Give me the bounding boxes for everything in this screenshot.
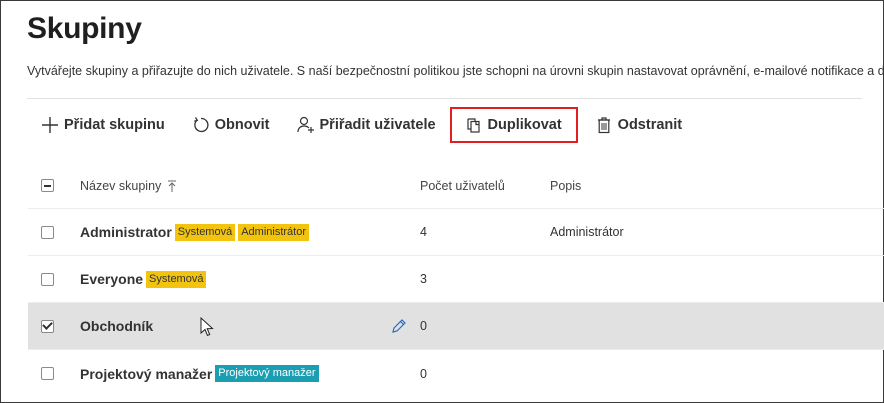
select-all-checkbox[interactable]: [41, 179, 54, 192]
user-count: 0: [420, 366, 427, 381]
refresh-button[interactable]: Obnovit: [181, 107, 280, 143]
row-checkbox[interactable]: [41, 272, 54, 286]
assign-users-label: Přiřadit uživatele: [319, 117, 436, 133]
trash-icon: [594, 115, 614, 135]
role-badge: Projektový manažer: [215, 365, 319, 382]
user-count: 0: [420, 319, 427, 333]
add-group-button[interactable]: Přidat skupinu: [30, 107, 175, 143]
add-user-icon: [296, 115, 316, 135]
add-group-label: Přidat skupinu: [64, 117, 165, 133]
table-row[interactable]: Projektový manažer Projektový manažer 0: [28, 350, 884, 397]
row-checkbox[interactable]: [41, 367, 54, 380]
name-header-label: Název skupiny: [80, 178, 162, 193]
delete-label: Odstranit: [617, 117, 683, 133]
page-title: Skupiny: [27, 12, 142, 45]
group-name: Projektový manažer: [80, 365, 213, 382]
group-name-cell: Everyone Systemová: [80, 270, 207, 288]
user-count: 4: [420, 225, 427, 239]
group-name-cell: Administrator Systemová Administrátor: [80, 223, 310, 241]
name-column-header[interactable]: Název skupiny: [80, 179, 177, 193]
groups-table: Název skupiny Počet uživatelů Popis Admi…: [28, 163, 884, 397]
row-checkbox[interactable]: [41, 319, 54, 333]
group-name: Obchodník: [80, 318, 154, 334]
row-checkbox[interactable]: [41, 225, 54, 239]
sort-ascending-icon[interactable]: [167, 180, 177, 192]
group-name-cell: Obchodník: [80, 318, 153, 334]
divider: [27, 98, 862, 99]
assign-users-button[interactable]: Přiřadit uživatele: [286, 107, 446, 143]
pencil-icon[interactable]: [390, 317, 408, 340]
user-count: 3: [420, 272, 427, 286]
system-badge: Systemová: [174, 223, 236, 241]
role-badge: Administrátor: [238, 223, 310, 241]
group-description: Administrátor: [550, 225, 624, 239]
description-column-header[interactable]: Popis: [550, 179, 581, 193]
page-description: Vytvářejte skupiny a přiřazujte do nich …: [27, 64, 884, 78]
group-name: Administrator: [80, 224, 172, 240]
table-row[interactable]: Everyone Systemová 3: [28, 256, 884, 303]
refresh-icon: [191, 115, 211, 135]
table-header: Název skupiny Počet uživatelů Popis: [28, 163, 884, 209]
toolbar: Přidat skupinu Obnovit Přiřadit uživatel…: [30, 107, 692, 143]
count-column-header[interactable]: Počet uživatelů: [420, 179, 505, 193]
table-row[interactable]: Administrator Systemová Administrátor 4 …: [28, 209, 884, 256]
copy-icon: [464, 115, 484, 135]
duplicate-label: Duplikovat: [487, 117, 562, 133]
plus-icon: [40, 115, 60, 135]
refresh-label: Obnovit: [214, 117, 270, 133]
duplicate-button[interactable]: Duplikovat: [449, 107, 578, 143]
group-name-cell: Projektový manažer Projektový manažer: [80, 365, 319, 382]
mouse-cursor-icon: [200, 316, 214, 342]
group-name: Everyone: [80, 271, 144, 287]
delete-button[interactable]: Odstranit: [584, 107, 692, 143]
table-row[interactable]: Obchodník 0: [28, 303, 884, 350]
system-badge: Systemová: [146, 270, 207, 288]
